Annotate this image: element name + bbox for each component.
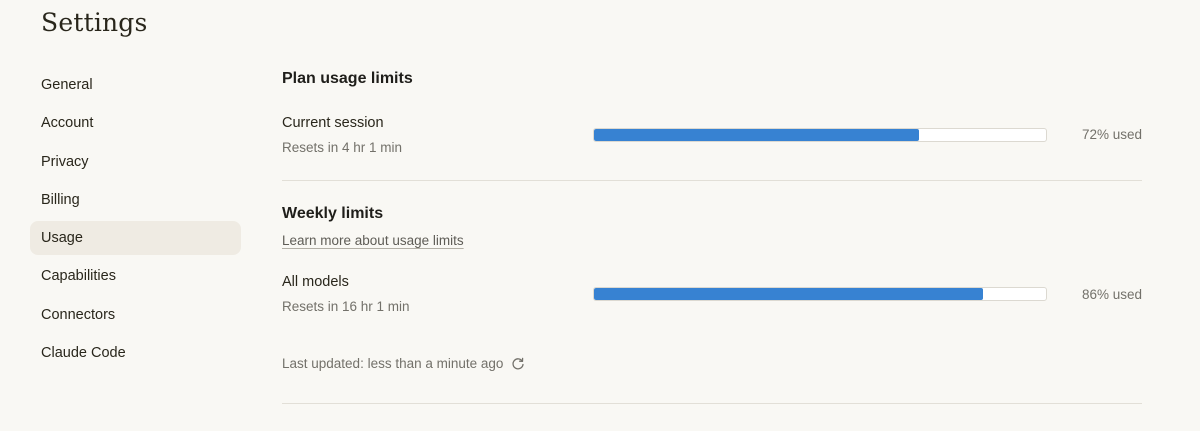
sidebar-item-privacy[interactable]: Privacy xyxy=(30,145,241,179)
current-session-label: Current session xyxy=(282,115,384,131)
weekly-limits-title: Weekly limits xyxy=(282,205,384,222)
refresh-icon[interactable] xyxy=(511,357,525,371)
all-models-progress-bar xyxy=(593,287,1047,301)
sidebar-item-general[interactable]: General xyxy=(30,68,241,102)
settings-page: Settings General Account Privacy Billing… xyxy=(0,0,1200,431)
sidebar-item-label: Capabilities xyxy=(41,268,116,285)
sidebar-item-label: General xyxy=(41,77,93,93)
all-models-label: All models xyxy=(282,274,349,290)
current-session-progress-fill xyxy=(594,129,920,141)
all-models-percent: 86% used xyxy=(1081,287,1142,302)
sidebar-item-usage[interactable]: Usage xyxy=(30,221,241,256)
section-divider xyxy=(282,180,1142,181)
sidebar-item-claude-code[interactable]: Claude Code xyxy=(30,336,241,370)
sidebar-item-label: Usage xyxy=(41,230,83,247)
current-session-progress-bar xyxy=(593,128,1047,142)
plan-usage-title: Plan usage limits xyxy=(282,70,413,87)
current-session-percent: 72% used xyxy=(1081,127,1142,142)
learn-more-link[interactable]: Learn more about usage limits xyxy=(282,233,464,248)
last-updated-row: Last updated: less than a minute ago xyxy=(282,356,525,371)
sidebar-item-billing[interactable]: Billing xyxy=(30,183,241,217)
sidebar-item-label: Billing xyxy=(41,191,80,208)
current-session-reset: Resets in 4 hr 1 min xyxy=(282,140,403,155)
sidebar-item-connectors[interactable]: Connectors xyxy=(30,298,241,332)
page-title: Settings xyxy=(41,8,148,37)
sidebar-item-label: Privacy xyxy=(41,153,89,170)
settings-sidebar: General Account Privacy Billing Usage Ca… xyxy=(30,68,241,374)
sidebar-item-label: Connectors xyxy=(41,306,116,323)
bottom-divider xyxy=(282,403,1142,404)
sidebar-item-label: Account xyxy=(41,115,94,132)
last-updated-text: Last updated: less than a minute ago xyxy=(282,356,504,371)
sidebar-item-account[interactable]: Account xyxy=(30,106,241,140)
all-models-reset: Resets in 16 hr 1 min xyxy=(282,299,410,314)
sidebar-item-label: Claude Code xyxy=(41,345,126,362)
all-models-progress-fill xyxy=(594,288,983,300)
sidebar-item-capabilities[interactable]: Capabilities xyxy=(30,259,241,293)
